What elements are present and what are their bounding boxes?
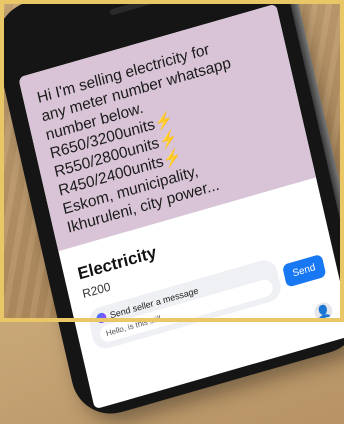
send-button[interactable]: Send [281,253,327,288]
phone-screen: Hi I'm selling electricity for any meter… [18,3,344,410]
phone-speaker [109,0,169,16]
messenger-icon [95,311,108,325]
smartphone: Hi I'm selling electricity for any meter… [0,0,344,424]
person-icon[interactable]: 👤 [312,300,335,323]
